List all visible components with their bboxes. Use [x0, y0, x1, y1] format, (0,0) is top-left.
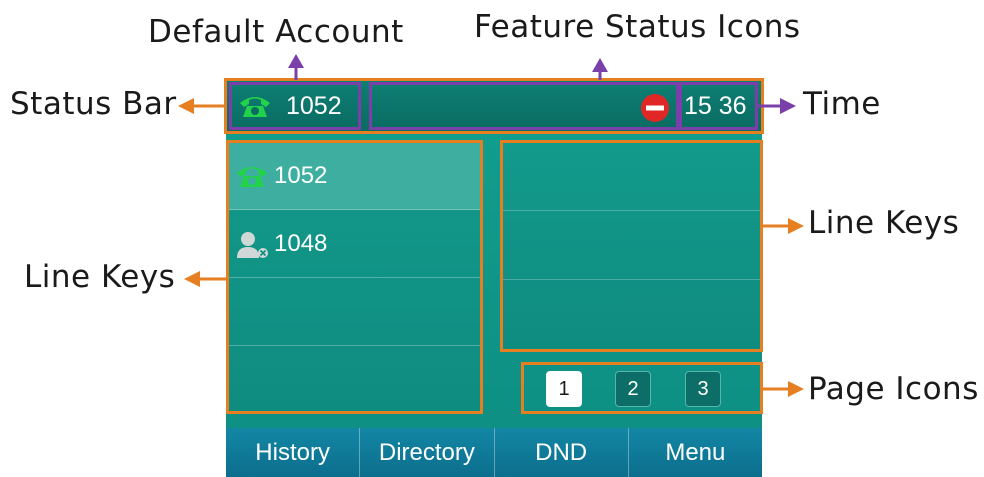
arrow-up-icon: [592, 58, 608, 80]
arrow-right-icon: [763, 381, 804, 397]
arrow-left-icon: [178, 98, 224, 114]
arrow-right-icon: [758, 98, 796, 114]
arrow-left-icon: [184, 271, 226, 287]
arrow-up-icon: [288, 54, 304, 80]
annotation-arrows: [178, 54, 804, 397]
arrow-right-icon: [763, 218, 804, 234]
